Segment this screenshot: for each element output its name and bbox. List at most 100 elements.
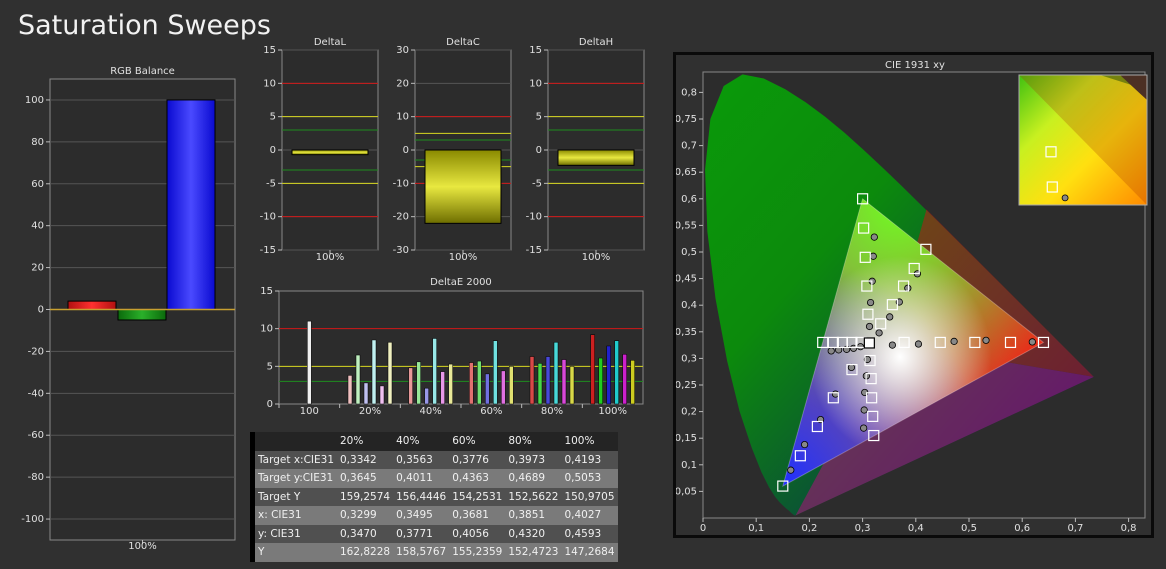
deltac-y-tick-label: -30 xyxy=(393,245,409,256)
deltah-y-tick-label: 10 xyxy=(529,78,542,89)
deltae-x-label: 80% xyxy=(541,406,563,417)
table-cell: 0,4593 xyxy=(561,524,618,543)
deltae-bar xyxy=(622,354,627,405)
rgb-balance-y-tick-label: -20 xyxy=(28,346,44,357)
deltah-x-label: 100% xyxy=(582,252,611,263)
deltae-bar xyxy=(598,357,603,405)
table-row: Y 162,8228 158,5767 155,2359 152,4723 14… xyxy=(250,543,618,562)
table-cell: 0,3495 xyxy=(393,506,450,525)
table-row-label-header xyxy=(255,432,337,451)
deltal-y-tick-label: 10 xyxy=(263,78,276,89)
table-row: Target Y 159,2574 156,4446 154,2531 152,… xyxy=(250,487,618,506)
deltae-x-label: 100 xyxy=(300,406,319,417)
deltac-y-tick-label: 20 xyxy=(396,78,409,89)
deltae-bar xyxy=(553,341,559,405)
table-cell: 0,3563 xyxy=(393,450,450,469)
deltae-bar xyxy=(387,341,393,405)
row-label: Target y:CIE31 xyxy=(255,469,337,488)
deltae-bar xyxy=(440,371,445,405)
rgb-balance-y-tick-label: 100 xyxy=(25,95,44,106)
table-cell: 0,4027 xyxy=(561,506,618,525)
table-column-header: 80% xyxy=(505,432,562,451)
deltac-y-tick-label: 10 xyxy=(396,112,409,123)
table-cell: 150,9705 xyxy=(561,487,618,506)
table-cell: 0,3645 xyxy=(337,469,394,488)
rgb-balance-bar xyxy=(166,99,216,310)
rgb-balance-title: RGB Balance xyxy=(110,66,175,77)
rgb-balance-y-tick-label: 40 xyxy=(31,221,44,232)
table-cell: 0,3776 xyxy=(449,450,506,469)
deltae-bar xyxy=(477,360,482,405)
deltae-bar xyxy=(485,373,490,405)
deltae-bar xyxy=(355,354,361,405)
deltal-y-tick-label: 15 xyxy=(263,45,276,56)
rgb-balance-x-label: 100% xyxy=(128,541,157,552)
table-column-header: 60% xyxy=(449,432,506,451)
measurement-table: 20% 40% 60% 80% 100% Target x:CIE31 0,33… xyxy=(250,432,618,562)
deltae-x-label: 100% xyxy=(598,406,627,417)
deltae-bar xyxy=(501,370,506,405)
deltae-bar xyxy=(630,360,635,405)
deltae-title: DeltaE 2000 xyxy=(430,277,492,288)
deltae-bar xyxy=(347,375,353,405)
table-cell: 0,5053 xyxy=(561,469,618,488)
deltah-y-tick-label: -15 xyxy=(526,245,542,256)
deltah-y-tick-label: -5 xyxy=(532,178,542,189)
table-row: y: CIE31 0,3470 0,3771 0,4056 0,4320 0,4… xyxy=(250,524,618,543)
deltae-bar xyxy=(379,385,385,405)
row-label: x: CIE31 xyxy=(255,506,337,525)
rgb-balance-y-tick-label: -80 xyxy=(28,472,44,483)
deltac-x-label: 100% xyxy=(449,252,478,263)
deltae-bar xyxy=(432,338,437,405)
deltac-bar xyxy=(424,149,502,224)
deltae-x-label: 40% xyxy=(420,406,442,417)
table-header-row: 20% 40% 60% 80% 100% xyxy=(250,432,618,451)
row-label: y: CIE31 xyxy=(255,524,337,543)
deltac-y-tick-label: 30 xyxy=(396,45,409,56)
table-cell: 0,3851 xyxy=(505,506,562,525)
deltae-bar xyxy=(569,366,575,405)
deltae-bar xyxy=(448,363,453,405)
table-cell: 0,3470 xyxy=(337,524,394,543)
deltah-bar xyxy=(557,149,635,166)
row-label: Target x:CIE31 xyxy=(255,450,337,469)
deltah-y-tick-label: -10 xyxy=(526,212,542,223)
deltal-title: DeltaL xyxy=(314,37,347,48)
table-cell: 0,4689 xyxy=(505,469,562,488)
table-cell: 0,4363 xyxy=(449,469,506,488)
deltae-bar xyxy=(614,340,619,405)
deltae-x-label: 20% xyxy=(359,406,381,417)
rgb-balance-y-tick-label: 20 xyxy=(31,263,44,274)
deltae-bar xyxy=(469,362,474,405)
rgb-balance-y-tick-label: 80 xyxy=(31,137,44,148)
deltae-plot-area xyxy=(278,290,644,405)
deltah-y-tick-label: 0 xyxy=(536,145,542,156)
table-cell: 0,4056 xyxy=(449,524,506,543)
table-cell: 159,2574 xyxy=(337,487,394,506)
table-cell: 156,4446 xyxy=(393,487,450,506)
table-cell: 155,2359 xyxy=(449,543,506,562)
deltac-y-tick-label: -20 xyxy=(393,212,409,223)
deltae-bar xyxy=(509,366,514,405)
deltah-y-tick-label: 5 xyxy=(536,112,542,123)
rgb-balance-y-tick-label: -60 xyxy=(28,430,44,441)
deltae-bar xyxy=(529,356,535,405)
deltac-y-tick-label: 0 xyxy=(403,145,409,156)
deltah-y-tick-label: 15 xyxy=(529,45,542,56)
cie-frame xyxy=(673,52,1154,538)
deltal-y-tick-label: -5 xyxy=(266,178,276,189)
deltae-y-tick-label: 10 xyxy=(260,324,273,335)
table-column-header: 20% xyxy=(337,432,394,451)
deltac-title: DeltaC xyxy=(446,37,480,48)
table-row: x: CIE31 0,3299 0,3495 0,3681 0,3851 0,4… xyxy=(250,506,618,525)
rgb-balance-y-tick-label: 60 xyxy=(31,179,44,190)
table-column-header: 100% xyxy=(561,432,618,451)
deltae-bar xyxy=(493,340,498,405)
deltae-bar xyxy=(416,361,421,405)
rgb-balance-bar xyxy=(67,300,117,311)
rgb-balance-y-tick-label: 0 xyxy=(38,305,44,316)
table-row: Target y:CIE31 0,3645 0,4011 0,4363 0,46… xyxy=(250,469,618,488)
deltae-bar xyxy=(408,367,413,405)
deltac-y-tick-label: -10 xyxy=(393,178,409,189)
table-cell: 152,4723 xyxy=(505,543,562,562)
